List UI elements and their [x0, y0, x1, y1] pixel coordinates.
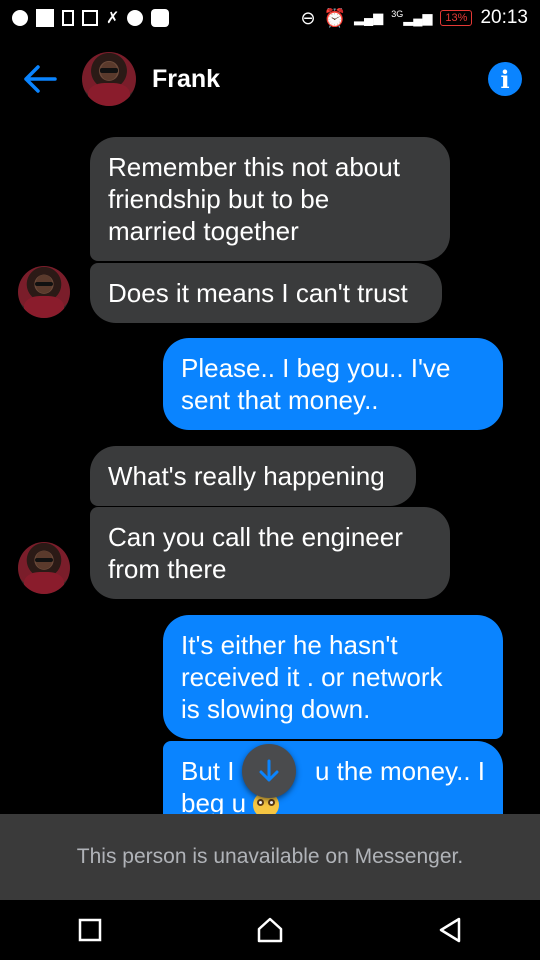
outgoing-message[interactable]: But I u the money.. I beg u [163, 741, 503, 814]
message-line: received it . or network [181, 662, 443, 692]
unavailable-text: This person is unavailable on Messenger. [76, 845, 464, 868]
youtube-icon [151, 9, 170, 27]
outgoing-message[interactable]: It's either he hasn't received it . or n… [163, 615, 503, 739]
incoming-message[interactable]: Does it means I can't trust [90, 263, 442, 323]
message-line: Remember this not about [108, 152, 400, 182]
battery-indicator: 13% [440, 10, 473, 26]
message-line: friendship but to be [108, 184, 330, 214]
message-line: beg u [181, 787, 485, 814]
scroll-to-bottom-button[interactable] [242, 744, 296, 798]
message-line: Can you call the engineer [108, 522, 403, 552]
message-line: married together [108, 216, 299, 246]
outgoing-message[interactable]: Please.. I beg you.. I've sent that mone… [163, 338, 503, 430]
gallery-icon [82, 10, 98, 26]
incoming-message[interactable]: What's really happening [90, 446, 416, 506]
home-icon [257, 917, 283, 943]
info-icon[interactable]: i [488, 62, 522, 96]
triangle-back-icon [439, 917, 461, 943]
conversation-header: Frank i [0, 36, 540, 122]
message-fragment: u the money.. I [314, 756, 486, 786]
message-line: sent that money.. [181, 385, 379, 415]
home-button[interactable] [240, 900, 300, 960]
message-line: Does it means I can't trust [108, 278, 408, 308]
incoming-message[interactable]: Can you call the engineer from there [90, 507, 450, 599]
unavailable-banner: This person is unavailable on Messenger. [0, 814, 540, 900]
message-fragment: beg u [181, 788, 247, 814]
network-type: 3G [391, 9, 404, 20]
clock: 20:13 [480, 7, 528, 28]
sender-avatar[interactable] [18, 266, 70, 318]
image-icon [36, 9, 54, 27]
alarm-icon: ⏰ [323, 7, 346, 28]
system-icons: ⊖ ⏰ ▂▄▆ 3G▂▄▆ 13% 20:13 [300, 7, 528, 29]
message-fragment: But I [181, 756, 235, 786]
message-line: But I u the money.. I [181, 755, 485, 787]
recent-apps-button[interactable] [60, 900, 120, 960]
missed-call-icon: ✗ [106, 10, 120, 27]
sender-avatar[interactable] [18, 542, 70, 594]
do-not-disturb-icon: ⊖ [300, 7, 316, 28]
status-bar: ✗ ⊖ ⏰ ▂▄▆ 3G▂▄▆ 13% 20:13 [0, 0, 540, 36]
signal-3g-icon: 3G▂▄▆ [391, 9, 433, 26]
message-line: is slowing down. [181, 694, 371, 724]
message-line: It's either he hasn't [181, 630, 398, 660]
messenger-icon [12, 10, 28, 26]
messenger-icon-2 [127, 10, 144, 26]
back-button[interactable] [18, 57, 62, 101]
square-icon [78, 918, 102, 942]
message-line: from there [108, 554, 227, 584]
phone-outline-icon [62, 10, 74, 26]
notification-icons: ✗ [12, 8, 170, 28]
signal-icon: ▂▄▆ [353, 10, 384, 25]
system-navigation-bar [0, 900, 540, 960]
arrow-left-icon [24, 65, 57, 93]
back-nav-button[interactable] [420, 900, 480, 960]
message-line: What's really happening [108, 461, 385, 491]
message-thread[interactable]: Remember this not about friendship but t… [0, 122, 540, 814]
contact-avatar[interactable] [82, 52, 136, 106]
contact-name[interactable]: Frank [152, 65, 488, 94]
arrow-down-icon [259, 759, 279, 782]
message-line: Please.. I beg you.. I've [181, 353, 451, 383]
incoming-message[interactable]: Remember this not about friendship but t… [90, 137, 450, 261]
